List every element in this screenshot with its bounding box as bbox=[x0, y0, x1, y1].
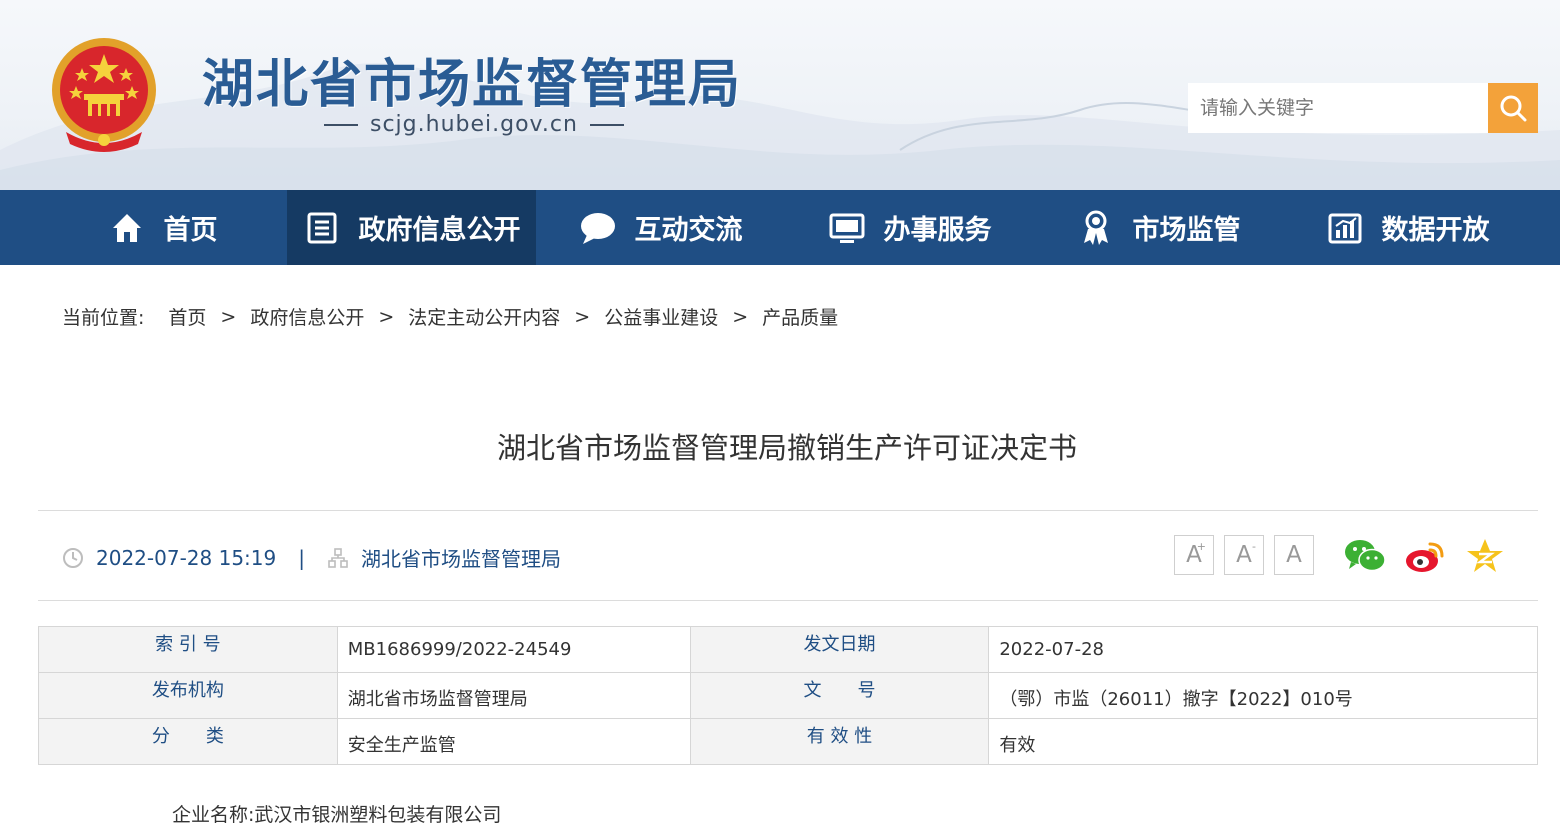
issue-date-label: 发文日期 bbox=[689, 626, 990, 673]
nav-item-market-supervision[interactable]: 市场监管 bbox=[1034, 190, 1283, 265]
organization-icon bbox=[327, 547, 349, 569]
site-domain: scjg.hubei.gov.cn bbox=[312, 112, 636, 137]
breadcrumb-separator: > bbox=[378, 305, 395, 328]
article-title: 湖北省市场监督管理局撤销生产许可证决定书 bbox=[496, 431, 1077, 465]
site-title: 湖北省市场监督管理局 bbox=[202, 54, 743, 115]
national-emblem-icon bbox=[52, 38, 156, 152]
nav-label: 数据开放 bbox=[1381, 215, 1490, 246]
font-reset-button[interactable]: A bbox=[1274, 535, 1314, 575]
breadcrumb-item-public-welfare[interactable]: 公益事业建设 bbox=[604, 303, 718, 330]
domain-dash-left bbox=[324, 123, 358, 126]
breadcrumb-separator: > bbox=[574, 305, 591, 328]
site-header: 湖北省市场监督管理局 scjg.hubei.gov.cn bbox=[0, 0, 1560, 190]
breadcrumb-separator: > bbox=[732, 305, 749, 328]
breadcrumb: 当前位置: 首页 > 政府信息公开 > 法定主动公开内容 > 公益事业建设 > … bbox=[62, 303, 838, 330]
domain-dash-right bbox=[589, 123, 624, 126]
site-domain-text: scjg.hubei.gov.cn bbox=[370, 112, 578, 137]
meta-divider: | bbox=[298, 545, 305, 570]
publisher: 湖北省市场监督管理局 bbox=[360, 547, 561, 571]
wechat-icon bbox=[1345, 540, 1386, 572]
breadcrumb-label: 当前位置: bbox=[62, 307, 145, 329]
nav-label: 政府信息公开 bbox=[358, 215, 521, 246]
search-input[interactable] bbox=[1188, 83, 1488, 133]
share-bar bbox=[1344, 535, 1524, 577]
breadcrumb-item-gov-info[interactable]: 政府信息公开 bbox=[250, 303, 364, 330]
font-reset-label: A bbox=[1286, 542, 1302, 568]
document-info-table: 索 引 号 MB1686999/2022-24549 发文日期 2022-07-… bbox=[38, 626, 1538, 765]
document-list-icon bbox=[303, 209, 341, 247]
nav-item-interaction[interactable]: 互动交流 bbox=[536, 190, 785, 265]
nav-label: 互动交流 bbox=[634, 215, 743, 246]
article-meta: 2022-07-28 15:19 | 湖北省市场监督管理局 bbox=[62, 543, 561, 572]
table-row: 分 类 安全生产监管 有 效 性 有效 bbox=[38, 718, 1538, 765]
category-value: 安全生产监管 bbox=[336, 718, 691, 765]
document-number-value: （鄂）市监（26011）撤字【2022】010号 bbox=[988, 672, 1538, 719]
nav-item-open-data[interactable]: 数据开放 bbox=[1283, 190, 1532, 265]
nav-item-home[interactable]: 首页 bbox=[38, 190, 287, 265]
breadcrumb-item-home[interactable]: 首页 bbox=[168, 303, 206, 330]
nav-label: 办事服务 bbox=[883, 215, 992, 246]
company-name-line: 企业名称:武汉市银洲塑料包装有限公司 bbox=[172, 804, 502, 826]
document-number-label: 文 号 bbox=[689, 672, 990, 719]
validity-label: 有 效 性 bbox=[689, 718, 990, 765]
category-label: 分 类 bbox=[38, 718, 338, 765]
search-button[interactable] bbox=[1488, 83, 1538, 133]
font-decrease-button[interactable]: A- bbox=[1224, 535, 1264, 575]
nav-label: 市场监管 bbox=[1132, 215, 1241, 246]
font-increase-button[interactable]: A + bbox=[1174, 535, 1214, 575]
breadcrumb-item-product-quality[interactable]: 产品质量 bbox=[762, 303, 838, 330]
main-nav: 首页 政府信息公开 互动交流 办事服务 市场监管 数据开放 bbox=[0, 190, 1560, 265]
validity-value: 有效 bbox=[988, 718, 1538, 765]
font-decrease-mark: - bbox=[1252, 540, 1256, 553]
divider-bottom bbox=[38, 600, 1538, 601]
divider-top bbox=[38, 510, 1538, 511]
nav-item-services[interactable]: 办事服务 bbox=[785, 190, 1034, 265]
index-number-value: MB1686999/2022-24549 bbox=[336, 626, 691, 673]
font-decrease-label: A bbox=[1236, 542, 1252, 568]
issuer-label: 发布机构 bbox=[38, 672, 338, 719]
publish-date: 2022-07-28 15:19 bbox=[96, 545, 277, 570]
bar-chart-icon bbox=[1326, 209, 1364, 247]
breadcrumb-separator: > bbox=[220, 305, 237, 328]
index-number-label: 索 引 号 bbox=[38, 626, 338, 673]
breadcrumb-item-statutory[interactable]: 法定主动公开内容 bbox=[408, 303, 560, 330]
share-weibo-button[interactable] bbox=[1404, 535, 1446, 577]
font-increase-mark: + bbox=[1196, 540, 1206, 553]
table-row: 发布机构 湖北省市场监督管理局 文 号 （鄂）市监（26011）撤字【2022】… bbox=[38, 672, 1538, 719]
monitor-icon bbox=[828, 209, 866, 247]
home-icon bbox=[108, 209, 146, 247]
issue-date-value: 2022-07-28 bbox=[988, 626, 1538, 673]
qzone-icon bbox=[1467, 539, 1503, 572]
font-size-controls: A + A- A bbox=[1174, 535, 1324, 575]
table-row: 索 引 号 MB1686999/2022-24549 发文日期 2022-07-… bbox=[38, 626, 1538, 673]
clock-icon bbox=[62, 547, 84, 569]
person-badge-icon bbox=[1077, 209, 1115, 247]
share-wechat-button[interactable] bbox=[1344, 535, 1386, 577]
chat-bubble-icon bbox=[579, 209, 617, 247]
search-icon bbox=[1500, 95, 1527, 122]
weibo-icon bbox=[1406, 542, 1444, 572]
nav-label: 首页 bbox=[163, 215, 218, 246]
share-qzone-button[interactable] bbox=[1464, 535, 1506, 577]
issuer-value: 湖北省市场监督管理局 bbox=[336, 672, 691, 719]
nav-item-gov-info[interactable]: 政府信息公开 bbox=[287, 190, 536, 265]
